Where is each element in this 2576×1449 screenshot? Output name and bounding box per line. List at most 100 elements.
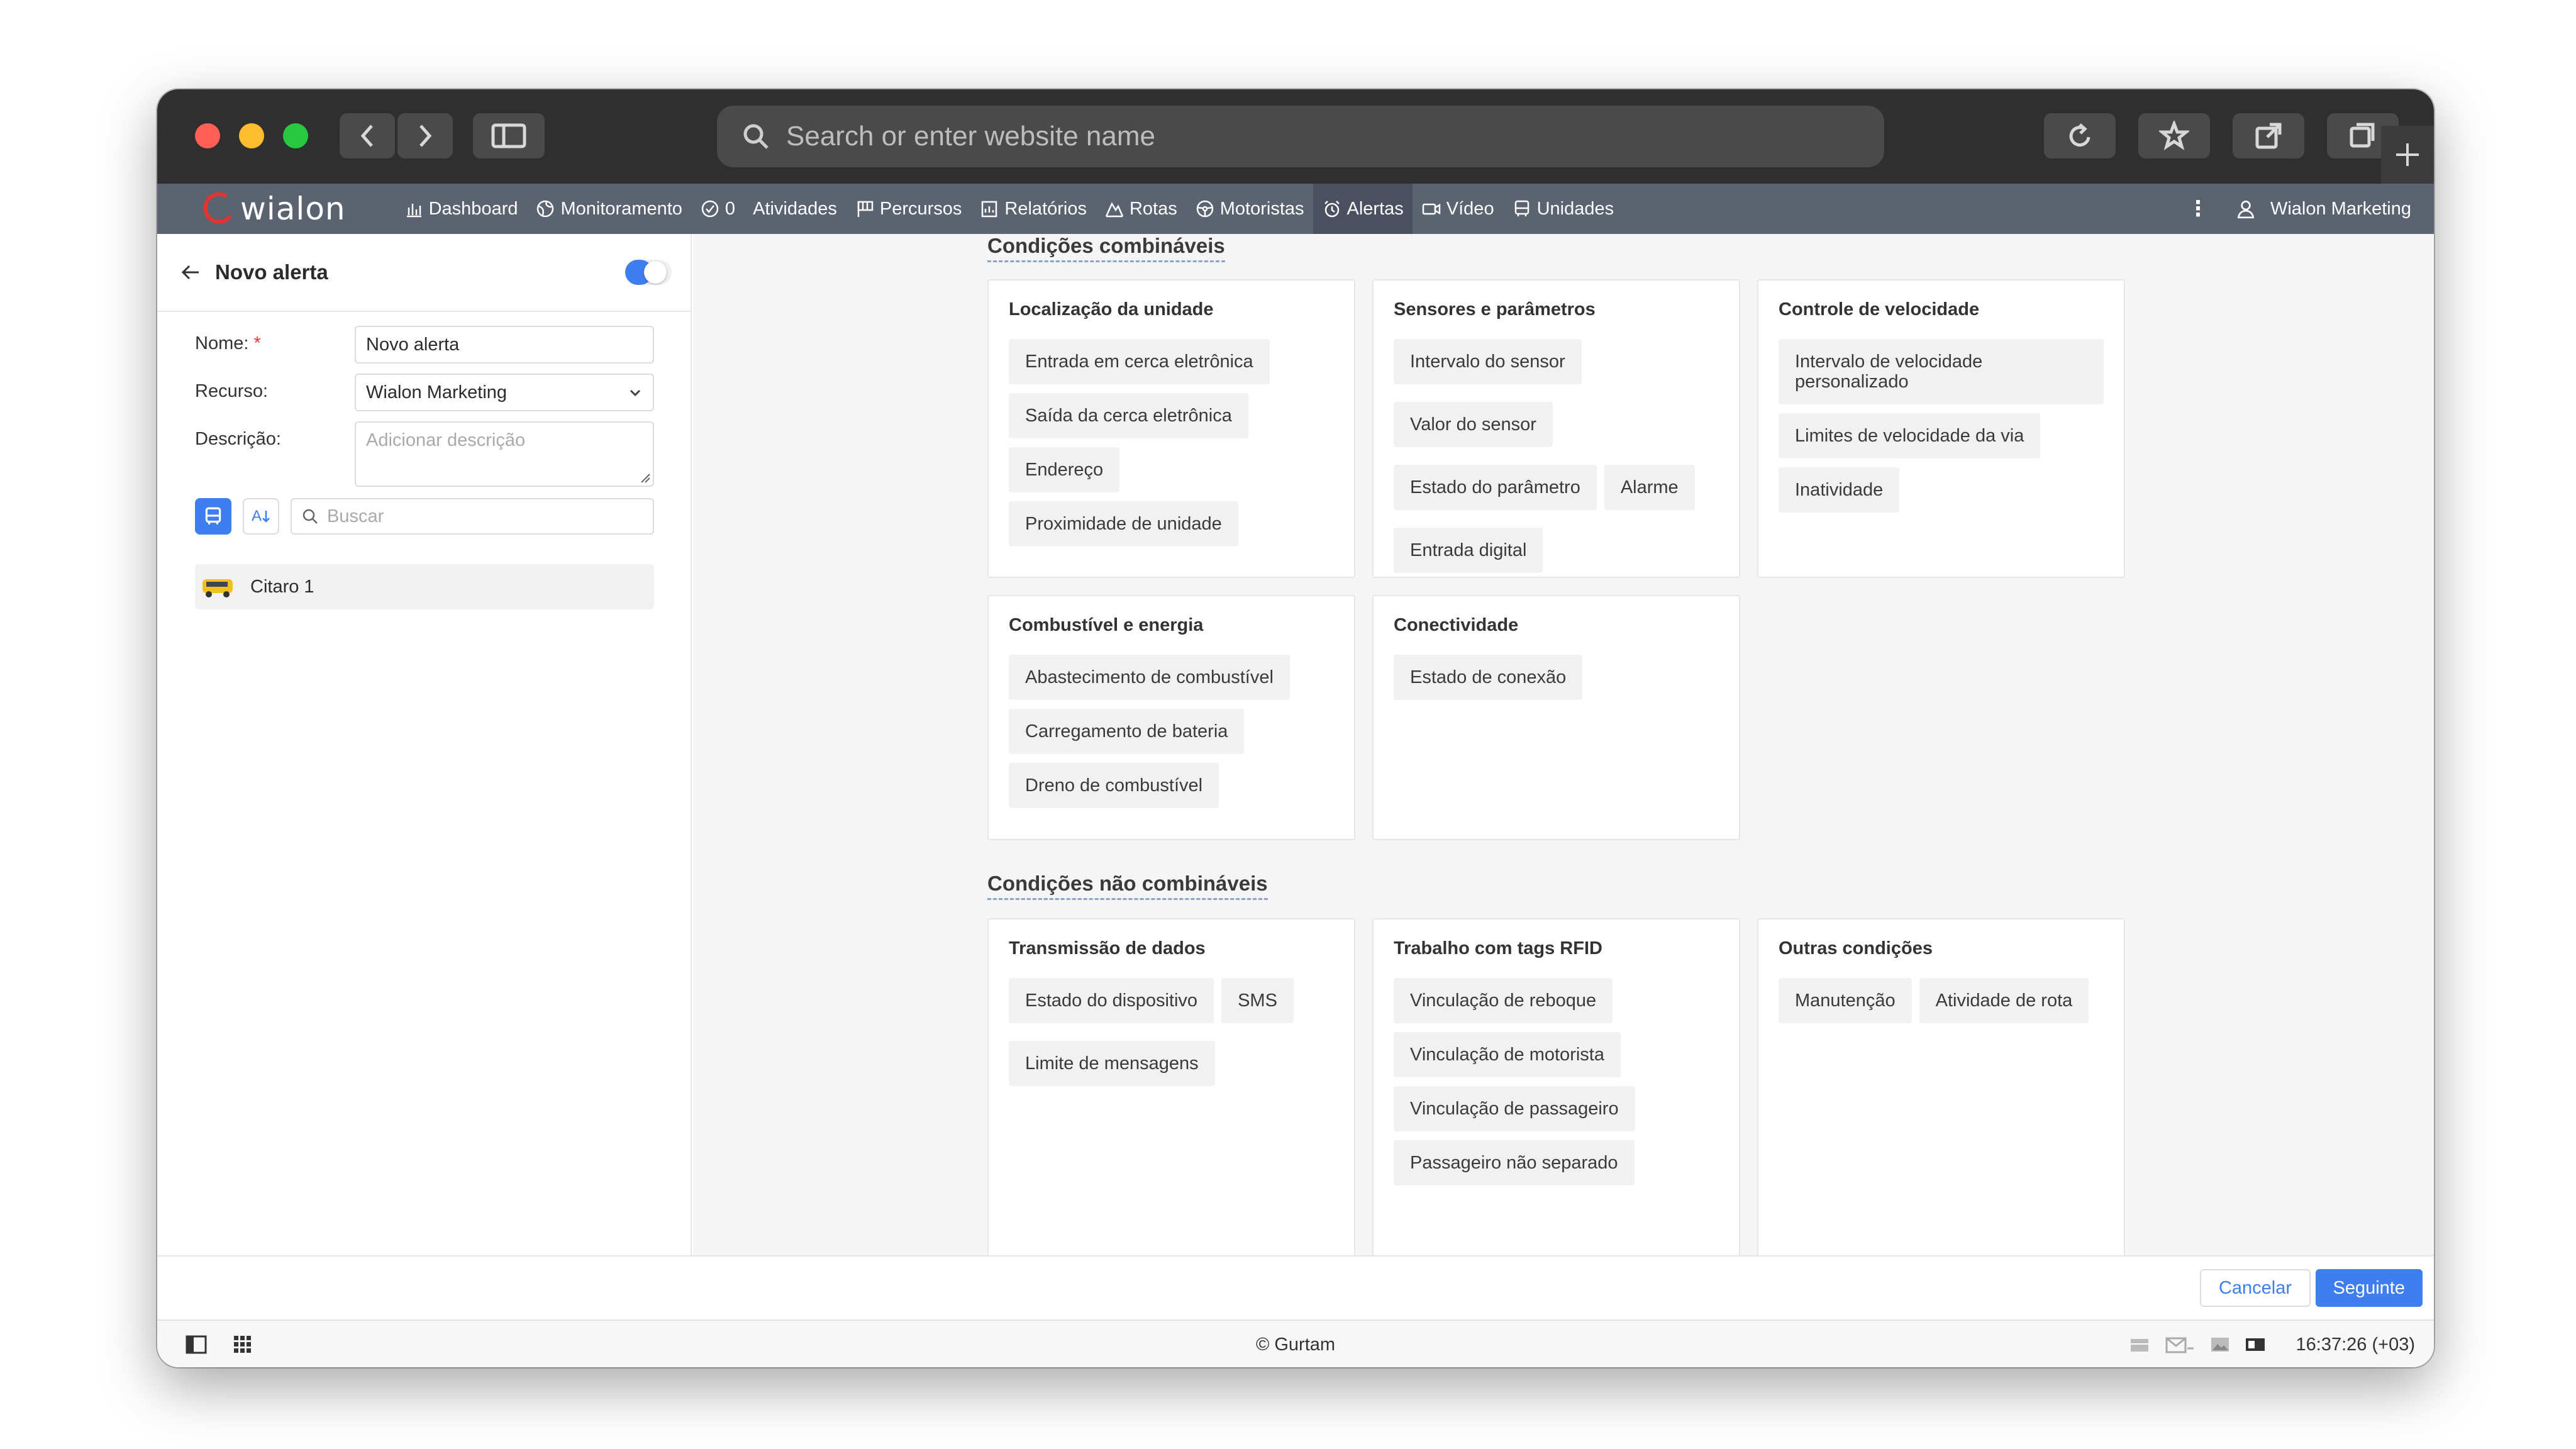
new-tab-button[interactable] — [2381, 126, 2434, 184]
condition-option[interactable]: Passageiro não separado — [1394, 1140, 1635, 1185]
sidebar-toggle-button[interactable] — [473, 113, 545, 158]
nav-atividades[interactable]: Atividades — [744, 184, 846, 234]
user-name[interactable]: Wialon Marketing — [2270, 199, 2411, 219]
description-placeholder: Adicionar descrição — [366, 430, 526, 450]
condition-option[interactable]: Carregamento de bateria — [1009, 709, 1245, 754]
condition-option[interactable]: Inatividade — [1779, 467, 1900, 513]
nav-monitoramento[interactable]: Monitoramento — [526, 184, 691, 234]
search-icon — [743, 124, 769, 149]
data-usage-icon[interactable] — [2128, 1333, 2151, 1356]
address-bar[interactable]: Search or enter website name — [717, 106, 1884, 167]
check-circle-icon — [701, 200, 719, 218]
nav-motoristas[interactable]: Motoristas — [1186, 184, 1313, 234]
image-icon[interactable] — [2209, 1333, 2231, 1356]
condition-option[interactable]: Entrada digital — [1394, 528, 1543, 573]
steering-icon — [1196, 200, 1213, 218]
nav-percursos-label: Percursos — [879, 198, 962, 219]
next-button[interactable]: Seguinte — [2315, 1269, 2423, 1307]
name-label: Nome: — [195, 333, 249, 353]
condition-option[interactable]: SMS — [1221, 978, 1294, 1023]
name-field[interactable]: Novo alerta — [355, 326, 654, 364]
back-arrow-icon[interactable] — [180, 262, 201, 283]
share-button[interactable] — [2233, 113, 2304, 158]
condition-option[interactable]: Intervalo de velocidade personalizado — [1779, 339, 2104, 404]
unit-filter-button[interactable] — [195, 498, 231, 535]
condition-card: Sensores e parâmetros Intervalo do senso… — [1372, 279, 1740, 578]
card-title: Trabalho com tags RFID — [1394, 938, 1602, 958]
star-icon — [2159, 121, 2189, 150]
plus-icon — [2396, 143, 2419, 166]
condition-option[interactable]: Vinculação de motorista — [1394, 1032, 1621, 1077]
nav-monitoramento-label: Monitoramento — [560, 198, 682, 219]
condition-option[interactable]: Valor do sensor — [1394, 402, 1553, 447]
condition-option[interactable]: Estado do parâmetro — [1394, 465, 1597, 510]
nav-unidades[interactable]: Unidades — [1503, 184, 1623, 234]
maximize-window-button[interactable] — [283, 123, 308, 148]
non-combinable-section-title: Condições não combináveis — [987, 872, 1268, 900]
alert-sidebar: Novo alerta Nome: * Novo alerta Recurso:… — [157, 234, 692, 1255]
search-placeholder: Buscar — [327, 506, 384, 526]
card-title: Localização da unidade — [1009, 299, 1214, 319]
layout-toggle-icon[interactable] — [2244, 1333, 2267, 1356]
messages-icon[interactable] — [2165, 1333, 2195, 1356]
more-menu-icon[interactable]: ⋮ — [2187, 196, 2209, 221]
description-field[interactable]: Adicionar descrição — [355, 421, 654, 487]
nav-motoristas-label: Motoristas — [1219, 198, 1304, 219]
card-title: Combustível e energia — [1009, 615, 1204, 635]
condition-option[interactable]: Manutenção — [1779, 978, 1912, 1023]
condition-option[interactable]: Vinculação de passageiro — [1394, 1086, 1635, 1131]
search-input[interactable]: Buscar — [291, 498, 654, 535]
card-title: Conectividade — [1394, 615, 1519, 635]
nav-alertas[interactable]: Alertas — [1313, 184, 1413, 234]
nav-activities-count[interactable]: 0 — [691, 184, 744, 234]
nav-rotas[interactable]: Rotas — [1096, 184, 1186, 234]
back-button[interactable] — [340, 113, 395, 158]
nav-relatorios[interactable]: Relatórios — [970, 184, 1096, 234]
bus-icon — [205, 507, 221, 525]
copyright: © Gurtam — [1255, 1335, 1336, 1355]
condition-option[interactable]: Alarme — [1604, 465, 1695, 510]
video-icon — [1422, 203, 1441, 215]
condition-option[interactable]: Limite de mensagens — [1009, 1041, 1215, 1086]
condition-option[interactable]: Intervalo do sensor — [1394, 339, 1582, 384]
nav-video[interactable]: Vídeo — [1413, 184, 1503, 234]
resize-handle-icon[interactable] — [639, 472, 650, 483]
action-bar: Cancelar Seguinte — [157, 1255, 2434, 1319]
unit-name: Citaro 1 — [250, 576, 314, 597]
condition-option[interactable]: Estado de conexão — [1394, 655, 1583, 700]
condition-option[interactable]: Endereço — [1009, 447, 1120, 492]
condition-option[interactable]: Dreno de combustível — [1009, 763, 1219, 808]
name-value: Novo alerta — [366, 334, 460, 355]
route-icon — [1105, 202, 1124, 218]
condition-option[interactable]: Atividade de rota — [1919, 978, 2089, 1023]
condition-option[interactable]: Limites de velocidade da via — [1779, 413, 2041, 458]
nav-percursos[interactable]: Percursos — [846, 184, 971, 234]
minimize-window-button[interactable] — [239, 123, 264, 148]
condition-option[interactable]: Entrada em cerca eletrônica — [1009, 339, 1270, 384]
required-marker: * — [253, 333, 261, 353]
close-window-button[interactable] — [195, 123, 220, 148]
user-icon — [2237, 200, 2255, 219]
condition-card: Combustível e energia Abastecimento de c… — [987, 595, 1355, 840]
unit-list-item[interactable]: Citaro 1 — [195, 564, 654, 609]
condition-option[interactable]: Estado do dispositivo — [1009, 978, 1214, 1023]
alert-enabled-toggle[interactable] — [625, 260, 672, 285]
reload-button[interactable] — [2044, 113, 2116, 158]
condition-option[interactable]: Proximidade de unidade — [1009, 501, 1238, 547]
chevron-left-icon — [360, 125, 373, 147]
condition-option[interactable]: Saída da cerca eletrônica — [1009, 393, 1248, 438]
resource-select[interactable]: Wialon Marketing — [355, 374, 654, 411]
nav-dashboard[interactable]: Dashboard — [395, 184, 527, 234]
condition-card: Trabalho com tags RFID Vinculação de reb… — [1372, 918, 1740, 1270]
status-bar: © Gurtam 16:37:26 (+03) — [157, 1319, 2434, 1367]
sort-button[interactable]: A — [243, 498, 279, 535]
condition-option[interactable]: Vinculação de reboque — [1394, 978, 1613, 1023]
cancel-button[interactable]: Cancelar — [2199, 1269, 2311, 1307]
app-navbar: wialon Dashboard Monitoramento 0 Ativida… — [157, 184, 2434, 234]
forward-button[interactable] — [397, 113, 453, 158]
alarm-icon — [1324, 201, 1340, 218]
wialon-logo[interactable]: wialon — [203, 191, 346, 227]
tabs-icon — [2350, 123, 2375, 148]
bookmark-button[interactable] — [2138, 113, 2210, 158]
condition-option[interactable]: Abastecimento de combustível — [1009, 655, 1290, 700]
